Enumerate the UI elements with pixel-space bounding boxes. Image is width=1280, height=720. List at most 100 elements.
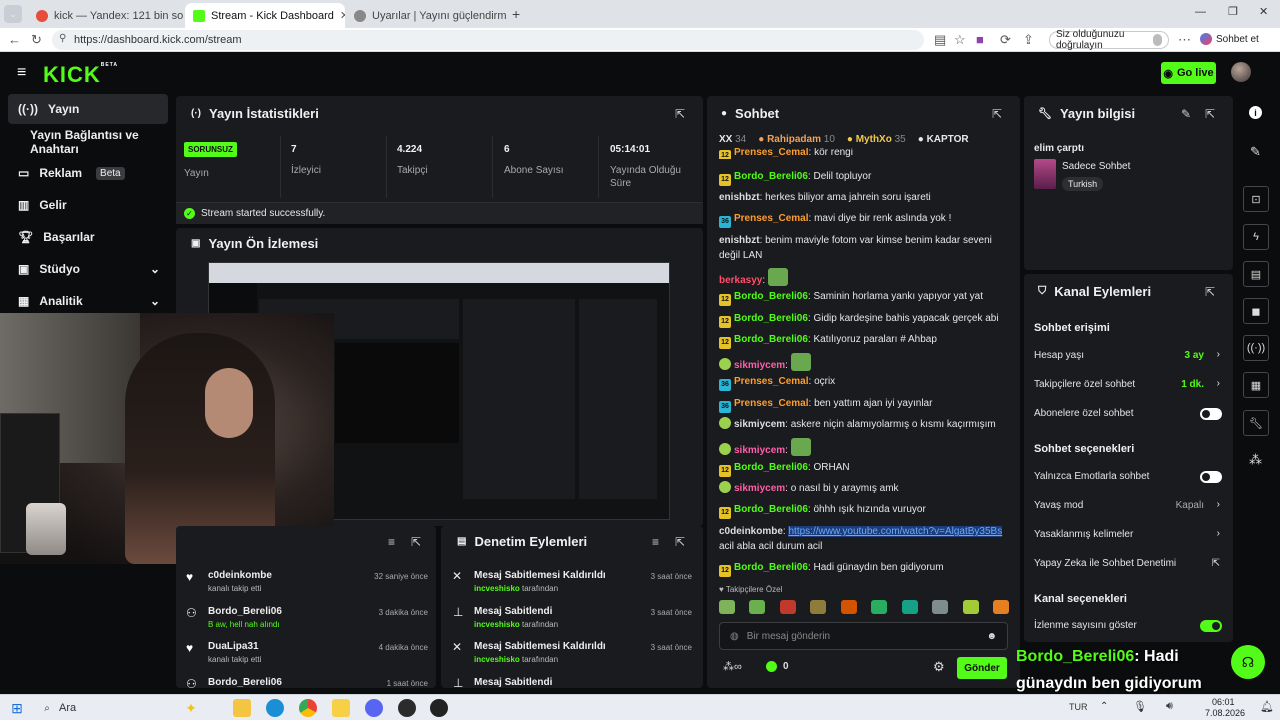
tray-chevron-icon[interactable]: ⌃ bbox=[1100, 701, 1108, 712]
chrome-icon[interactable] bbox=[299, 699, 317, 717]
chat-settings-icon[interactable]: ⚙ bbox=[933, 659, 945, 675]
chat-username[interactable]: Prenses_Cemal bbox=[734, 148, 809, 158]
ai-moderation-row[interactable]: Yapay Zeka ile Sohbet Denetimi ⇱ bbox=[1034, 558, 1222, 569]
chat-username[interactable]: Prenses_Cemal bbox=[734, 213, 809, 224]
sidebar-item-basarilar[interactable]: 🏆︎ Başarılar bbox=[8, 222, 168, 252]
browser-tab-active[interactable]: Stream - Kick Dashboard ✕ bbox=[185, 3, 345, 28]
sohbet-et-button[interactable]: Sohbet et bbox=[1200, 33, 1259, 45]
popout-icon[interactable]: ⇱ bbox=[992, 107, 1002, 121]
rail-button-tools[interactable]: 🔧︎ bbox=[1243, 410, 1269, 436]
bookmark-icon[interactable]: ☆ bbox=[954, 32, 966, 48]
obs-icon[interactable] bbox=[398, 699, 416, 717]
chat-username[interactable]: Bordo_Bereli06 bbox=[734, 313, 808, 324]
emote-only-toggle[interactable] bbox=[1200, 471, 1222, 483]
account-age-row[interactable]: Hesap yaşı 3 ay › bbox=[1034, 349, 1222, 361]
emote-icon[interactable] bbox=[871, 600, 888, 614]
info-icon[interactable]: i bbox=[1249, 106, 1262, 119]
chat-username[interactable]: sikmiycem bbox=[734, 483, 785, 494]
rail-button-chat[interactable]: ◼ bbox=[1243, 298, 1269, 324]
sidebar-item-stream-key[interactable]: Yayın Bağlantısı ve Anahtarı bbox=[8, 127, 180, 157]
emote-icon[interactable] bbox=[810, 600, 827, 614]
popout-icon[interactable]: ⇱ bbox=[1205, 285, 1215, 299]
kick-app-icon[interactable] bbox=[430, 699, 448, 717]
back-icon[interactable]: ← bbox=[8, 32, 21, 47]
language-indicator[interactable]: TUR bbox=[1069, 702, 1088, 712]
sidebar-item-yayin[interactable]: ((·)) Yayın bbox=[8, 94, 168, 124]
popout-icon[interactable]: ⇱ bbox=[1205, 107, 1215, 121]
float-chat-button[interactable]: ☊ bbox=[1231, 645, 1265, 679]
chat-username[interactable]: Bordo_Bereli06 bbox=[734, 462, 808, 473]
chat-username[interactable]: enishbzt bbox=[719, 192, 760, 203]
sync-icon[interactable]: ⟳ bbox=[1000, 32, 1011, 48]
chat-username[interactable]: sikmiycem bbox=[734, 360, 785, 371]
popout-icon[interactable]: ⇱ bbox=[675, 535, 685, 549]
file-explorer-icon[interactable] bbox=[233, 699, 251, 717]
menu-dots-icon[interactable]: ⋯ bbox=[1178, 32, 1191, 48]
chat-username[interactable]: Bordo_Bereli06 bbox=[734, 562, 808, 573]
taskbar-search-label[interactable]: Ara bbox=[59, 702, 76, 714]
chat-username[interactable]: Prenses_Cemal bbox=[734, 376, 809, 387]
popout-icon[interactable]: ⇱ bbox=[675, 107, 685, 121]
mic-icon[interactable]: 🎙︎ bbox=[1133, 700, 1147, 713]
emote-icon[interactable] bbox=[840, 600, 857, 614]
share-icon[interactable]: ⇪ bbox=[1023, 32, 1034, 48]
filter-icon[interactable]: ≡ bbox=[388, 535, 395, 549]
rail-button-notes[interactable]: ▤ bbox=[1243, 261, 1269, 287]
slow-mode-row[interactable]: Yavaş mod Kapalı › bbox=[1034, 499, 1222, 511]
chat-username[interactable]: c0deinkombe bbox=[719, 526, 783, 537]
popout-icon[interactable]: ⇱ bbox=[411, 535, 421, 549]
chat-username[interactable]: berkasyy bbox=[719, 275, 762, 286]
chat-username[interactable]: sikmiycem bbox=[734, 419, 785, 430]
emote-icon[interactable] bbox=[992, 600, 1009, 614]
chat-username[interactable]: Prenses_Cemal bbox=[734, 398, 809, 409]
rail-button-mod[interactable]: ▦ bbox=[1243, 372, 1269, 398]
rail-button-broadcast[interactable]: ((·)) bbox=[1243, 335, 1269, 361]
kick-logo[interactable]: KICKBETA bbox=[43, 62, 118, 88]
edit-icon[interactable]: ✎ bbox=[1250, 144, 1261, 160]
subs-only-row[interactable]: Abonelere özel sohbet bbox=[1034, 408, 1222, 420]
browser-tab[interactable]: Uyarılar | Yayını güçlendirmek iç✕ bbox=[346, 3, 506, 28]
banned-words-row[interactable]: Yasaklanmış kelimeler › bbox=[1034, 528, 1222, 540]
rail-button-capture[interactable]: ⊡ bbox=[1243, 186, 1269, 212]
extension-icon[interactable]: ■ bbox=[976, 32, 984, 47]
notification-icon[interactable]: 🔔︎ bbox=[1260, 700, 1274, 713]
followers-only-row[interactable]: Takipçilere özel sohbet 1 dk. › bbox=[1034, 378, 1222, 390]
sidebar-item-analitik[interactable]: ▦ Analitik ⌄ bbox=[8, 286, 168, 316]
chat-username[interactable]: Bordo_Bereli06 bbox=[734, 171, 808, 182]
subs-only-toggle[interactable] bbox=[1200, 408, 1222, 420]
emote-icon[interactable] bbox=[779, 600, 796, 614]
rail-button-flash[interactable]: ϟ bbox=[1243, 224, 1269, 250]
widget-icon[interactable]: ✦ bbox=[182, 699, 200, 717]
volume-icon[interactable]: 🔊︎ bbox=[1166, 700, 1173, 713]
close-tab-icon[interactable]: ✕ bbox=[340, 9, 345, 22]
emote-icon[interactable] bbox=[901, 600, 918, 614]
new-tab-button[interactable]: + bbox=[512, 6, 520, 22]
clock-time[interactable]: 06:01 bbox=[1212, 697, 1235, 707]
chat-username[interactable]: Bordo_Bereli06 bbox=[734, 291, 808, 302]
emote-icon[interactable] bbox=[719, 600, 735, 614]
edit-icon[interactable]: ✎ bbox=[1181, 107, 1191, 121]
emote-icon[interactable] bbox=[749, 600, 766, 614]
reload-icon[interactable]: ↻ bbox=[31, 32, 42, 48]
url-field[interactable]: ⚲ https://dashboard.kick.com/stream bbox=[52, 30, 924, 50]
emoji-icon[interactable]: ☻ bbox=[986, 631, 997, 642]
windows-start-icon[interactable]: ⊞ bbox=[8, 699, 26, 717]
clock-date[interactable]: 7.08.2026 bbox=[1205, 708, 1245, 718]
connections-icon[interactable]: ⁂ bbox=[1249, 452, 1262, 468]
chat-input[interactable]: ◍ Bir mesaj gönderin ☻ bbox=[719, 622, 1008, 650]
tab-list-button[interactable]: ⌄ bbox=[4, 5, 22, 23]
show-viewers-toggle[interactable] bbox=[1200, 620, 1222, 632]
send-button[interactable]: Gönder bbox=[957, 657, 1007, 679]
sidebar-item-gelir[interactable]: ▥ Gelir bbox=[8, 190, 168, 220]
discord-icon[interactable] bbox=[365, 699, 383, 717]
chat-username[interactable]: Bordo_Bereli06 bbox=[734, 334, 808, 345]
connections-icon[interactable]: ⁂∞ bbox=[723, 660, 742, 673]
sidebar-item-studyo[interactable]: ▣ Stüdyo ⌄ bbox=[8, 254, 168, 284]
emote-only-row[interactable]: Yalnızca Emotlarla sohbet bbox=[1034, 471, 1222, 483]
show-viewers-row[interactable]: İzlenme sayısını göster bbox=[1034, 620, 1222, 632]
browser-tab[interactable]: kick — Yandex: 121 bin sonuç bulu✕ bbox=[28, 3, 184, 28]
maximize-icon[interactable]: ❐ bbox=[1228, 5, 1238, 18]
reader-icon[interactable]: ▤ bbox=[934, 32, 946, 48]
minimize-icon[interactable]: — bbox=[1195, 6, 1206, 18]
verify-button[interactable]: Siz olduğunuzu doğrulayın bbox=[1049, 29, 1169, 51]
